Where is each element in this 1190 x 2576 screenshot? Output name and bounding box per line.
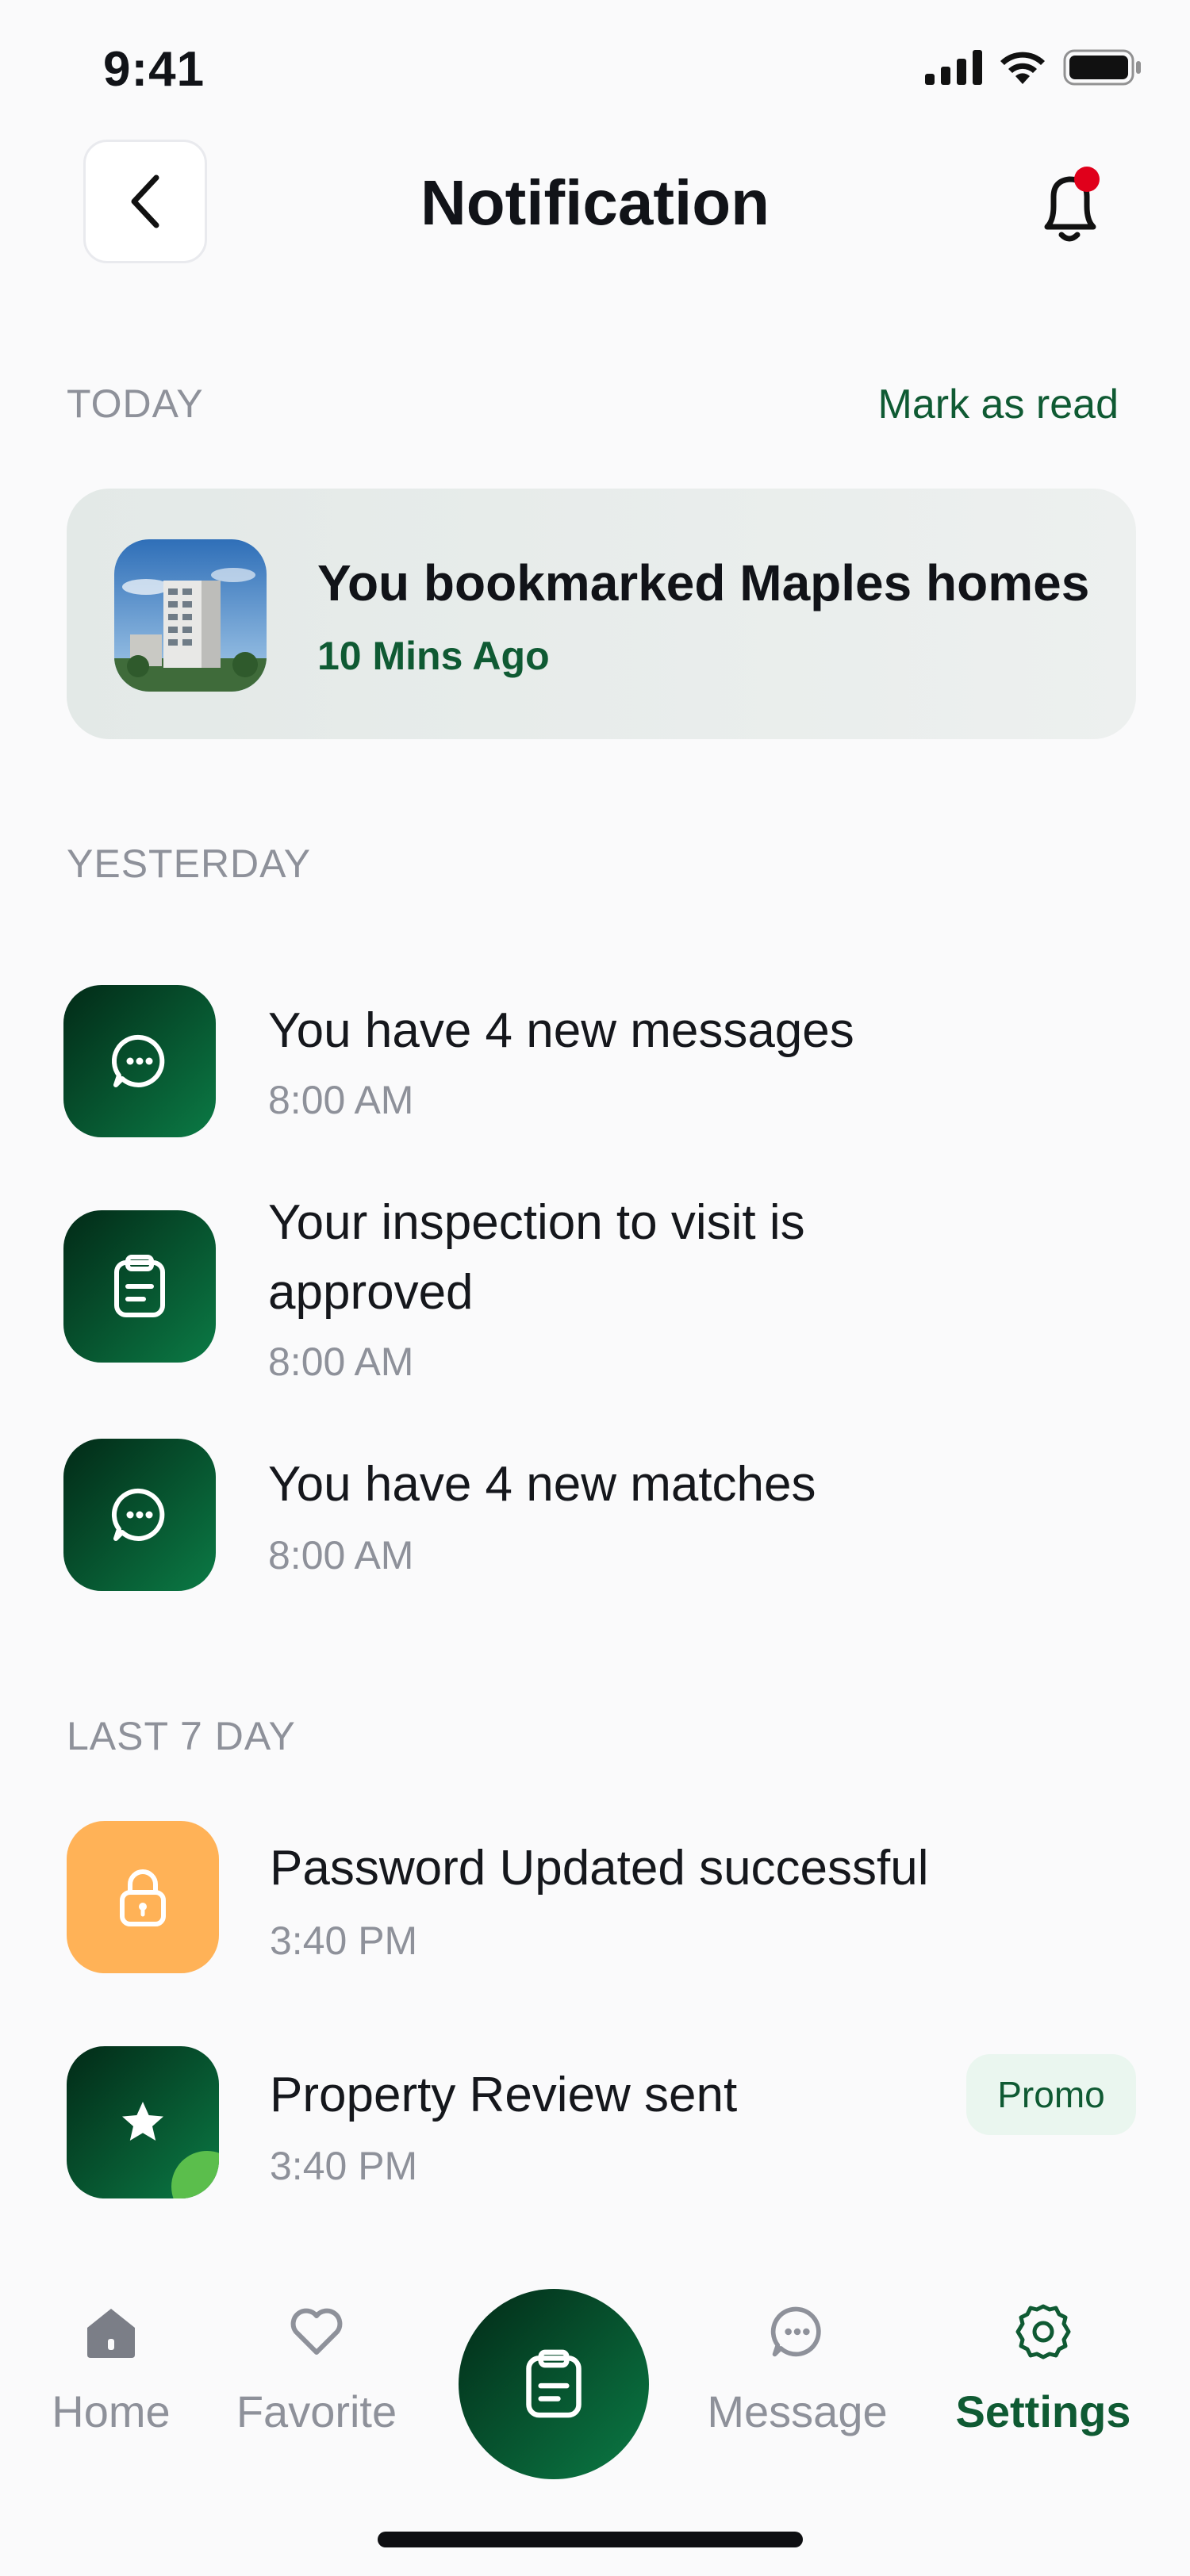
status-time: 9:41: [103, 42, 205, 97]
center-action-button[interactable]: [459, 2289, 649, 2479]
section-yesterday-label: YESTERDAY: [67, 841, 312, 886]
notification-title-line-1: Your inspection to visit is: [268, 1195, 805, 1250]
notification-title: You have 4 new matches: [268, 1457, 816, 1512]
tab-settings-label: Settings: [955, 2386, 1131, 2436]
password-notification-icon: [67, 1821, 219, 1973]
notification-title: You have 4 new messages: [268, 1003, 854, 1058]
tab-home-label: Home: [52, 2386, 171, 2436]
mark-as-read-link[interactable]: Mark as read: [878, 381, 1119, 428]
home-icon: [87, 2309, 135, 2358]
tab-message-label: Message: [707, 2386, 888, 2436]
notification-bell-button[interactable]: [1023, 159, 1119, 254]
chat-icon: [770, 2306, 821, 2357]
section-today-label: TODAY: [67, 381, 204, 426]
clipboard-icon: [114, 1255, 165, 1317]
property-thumbnail: [114, 539, 267, 692]
notification-title: Your inspection to visit is approved: [268, 1188, 805, 1328]
wifi-icon: [1000, 52, 1045, 84]
matches-notification-icon: [63, 1439, 216, 1591]
tab-favorite-label: Favorite: [236, 2386, 397, 2436]
tab-settings[interactable]: Settings: [949, 2300, 1138, 2437]
tab-home[interactable]: Home: [46, 2300, 176, 2437]
notification-time: 8:00 AM: [268, 1533, 414, 1577]
review-notification-icon: [67, 2046, 219, 2198]
today-notification-title: You bookmarked Maples homes: [317, 554, 1090, 611]
star-icon: [122, 2102, 163, 2141]
promo-badge: Promo: [966, 2054, 1136, 2135]
chat-icon: [112, 1034, 165, 1087]
today-notification-card[interactable]: You bookmarked Maples homes 10 Mins Ago: [67, 489, 1136, 739]
clipboard-icon: [526, 2349, 582, 2418]
signal-icon: [925, 50, 982, 85]
tab-message[interactable]: Message: [701, 2300, 893, 2437]
notification-time: 3:40 PM: [270, 1919, 418, 1963]
chat-icon: [112, 1488, 165, 1541]
notification-time: 3:40 PM: [270, 2144, 418, 2188]
battery-icon: [1063, 49, 1141, 86]
tab-favorite[interactable]: Favorite: [228, 2300, 405, 2437]
notification-title: Property Review sent: [270, 2068, 738, 2122]
section-last7-label: LAST 7 DAY: [67, 1714, 296, 1758]
home-indicator: [378, 2532, 803, 2547]
lock-icon: [120, 1869, 166, 1926]
inspection-notification-icon: [63, 1210, 216, 1363]
bell-icon: [1044, 167, 1100, 242]
heart-icon: [290, 2308, 343, 2355]
notification-title: Password Updated successful: [270, 1841, 929, 1896]
gear-icon: [1015, 2304, 1071, 2359]
notification-time: 8:00 AM: [268, 1078, 414, 1122]
today-notification-time: 10 Mins Ago: [317, 634, 550, 678]
message-notification-icon: [63, 985, 216, 1137]
status-icons: [925, 49, 1142, 86]
notification-time: 8:00 AM: [268, 1340, 414, 1384]
page-title: Notification: [420, 167, 770, 238]
corner-accent: [171, 2151, 219, 2198]
notification-title-line-2: approved: [268, 1265, 474, 1320]
